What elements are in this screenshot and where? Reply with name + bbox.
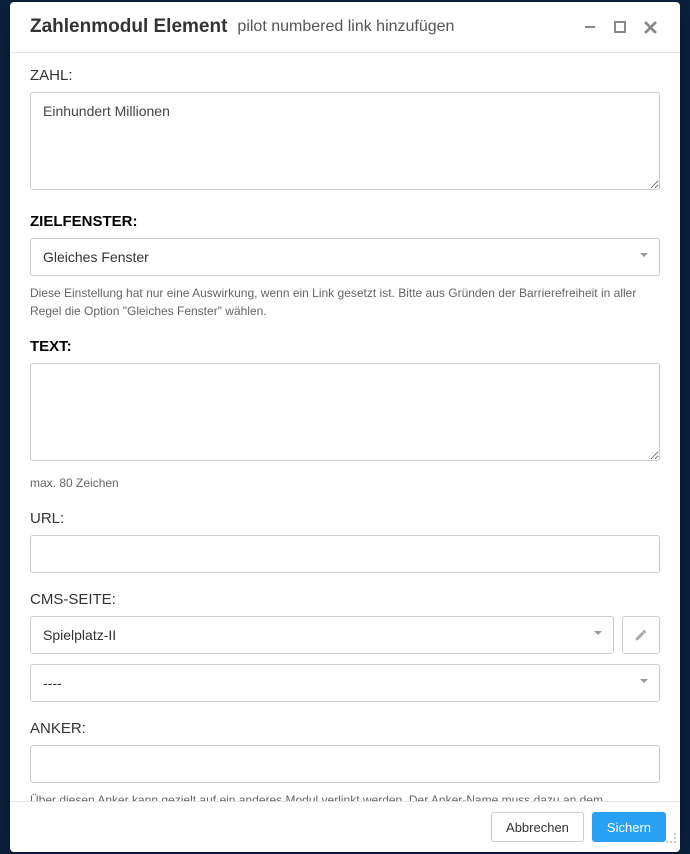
anker-help-1: Über diesen Anker kann gezielt auf ein a…: [30, 791, 660, 801]
text-textarea[interactable]: [30, 363, 660, 461]
zielfenster-selected: Gleiches Fenster: [43, 249, 149, 265]
pencil-icon: [634, 628, 648, 642]
dialog-footer: Abbrechen Sichern: [10, 801, 680, 852]
cms-edit-button[interactable]: [622, 616, 660, 654]
cms-label: CMS-SEITE:: [30, 591, 660, 608]
cms-field: CMS-SEITE: Spielplatz-II ----: [30, 591, 660, 702]
dialog-body[interactable]: ZAHL: ZIELFENSTER: Gleiches Fenster Dies…: [10, 53, 680, 801]
cms-page-select[interactable]: Spielplatz-II: [30, 616, 614, 654]
zielfenster-label: ZIELFENSTER:: [30, 213, 660, 230]
url-field: URL:: [30, 510, 660, 573]
url-input[interactable]: [30, 535, 660, 573]
dialog: Zahlenmodul Element pilot numbered link …: [10, 2, 680, 852]
maximize-button[interactable]: [610, 17, 630, 37]
anker-field: ANKER: Über diesen Anker kann gezielt au…: [30, 720, 660, 801]
cms-sub-select[interactable]: ----: [30, 664, 660, 702]
minimize-icon: [584, 21, 596, 33]
cancel-button[interactable]: Abbrechen: [491, 812, 584, 842]
zielfenster-help: Diese Einstellung hat nur eine Auswirkun…: [30, 284, 660, 320]
minimize-button[interactable]: [580, 17, 600, 37]
dialog-subtitle: pilot numbered link hinzufügen: [237, 18, 570, 36]
url-label: URL:: [30, 510, 660, 527]
cms-page-selected: Spielplatz-II: [43, 627, 116, 643]
anker-label: ANKER:: [30, 720, 660, 737]
zahl-label: ZAHL:: [30, 67, 660, 84]
zahl-textarea[interactable]: [30, 92, 660, 190]
zahl-field: ZAHL:: [30, 67, 660, 195]
anker-input[interactable]: [30, 745, 660, 783]
cms-sub-selected: ----: [43, 675, 62, 691]
dialog-header: Zahlenmodul Element pilot numbered link …: [10, 2, 680, 53]
close-icon: [644, 21, 657, 34]
zielfenster-select[interactable]: Gleiches Fenster: [30, 238, 660, 276]
close-button[interactable]: [640, 17, 660, 37]
text-help: max. 80 Zeichen: [30, 474, 660, 492]
save-button[interactable]: Sichern: [592, 812, 666, 842]
dialog-title: Zahlenmodul Element: [30, 16, 227, 38]
text-label: TEXT:: [30, 338, 660, 355]
resize-handle-icon[interactable]: [665, 831, 677, 849]
zielfenster-field: ZIELFENSTER: Gleiches Fenster Diese Eins…: [30, 213, 660, 320]
maximize-icon: [614, 21, 626, 33]
text-field: TEXT: max. 80 Zeichen: [30, 338, 660, 492]
